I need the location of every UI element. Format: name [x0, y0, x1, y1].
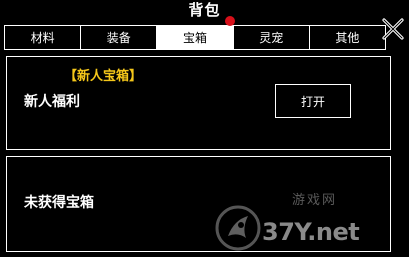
notification-dot-icon [225, 16, 235, 26]
tab-chests[interactable]: 宝箱 [157, 26, 234, 49]
tab-pets[interactable]: 灵宠 [233, 26, 310, 49]
category-tabs: 材料 装备 宝箱 灵宠 其他 [4, 25, 386, 50]
chest-tag: 【新人宝箱】 [64, 69, 143, 84]
close-button[interactable] [381, 17, 405, 41]
chest-name: 新人福利 [24, 94, 80, 110]
window-title: 背包 [188, 1, 221, 19]
tab-other[interactable]: 其他 [309, 26, 386, 49]
open-chest-button[interactable]: 打开 [275, 84, 351, 118]
close-x-icon [382, 18, 404, 40]
watermark-top-text: 游戏网 [292, 193, 338, 208]
watermark-text: 37Y.net [262, 218, 360, 246]
empty-chest-text: 未获得宝箱 [24, 195, 94, 211]
tab-equipment[interactable]: 装备 [81, 26, 158, 49]
tab-materials[interactable]: 材料 [5, 26, 82, 49]
